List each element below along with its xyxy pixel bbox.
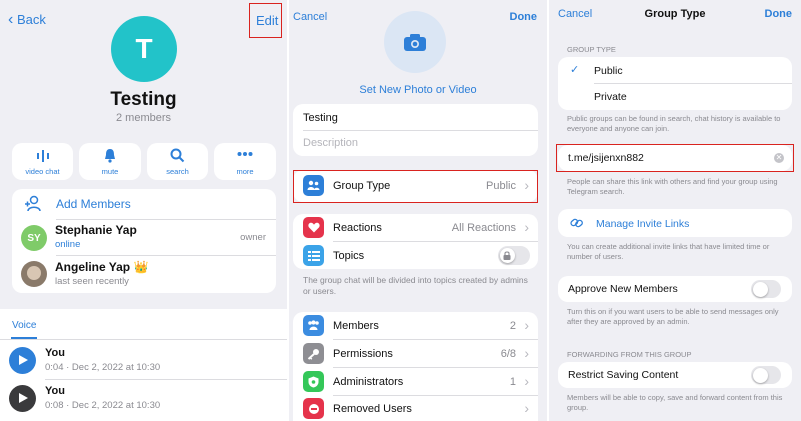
- topics-toggle[interactable]: [498, 246, 530, 265]
- voice-item[interactable]: You 0:08 · Dec 2, 2022 at 10:30: [0, 381, 287, 417]
- done-button[interactable]: Done: [765, 8, 793, 20]
- members-row[interactable]: Members 2 ›: [293, 312, 538, 339]
- administrators-row[interactable]: Administrators 1 ›: [293, 368, 538, 395]
- voice-item[interactable]: You 0:04 · Dec 2, 2022 at 10:30: [0, 342, 287, 378]
- name-description-card: Testing Description: [293, 104, 538, 156]
- avatar: [21, 261, 47, 287]
- approve-toggle[interactable]: [751, 280, 781, 298]
- permissions-value: 6/8: [500, 348, 516, 360]
- restrict-caption: Members will be able to copy, save and f…: [567, 393, 783, 412]
- member-name: Stephanie Yap: [55, 223, 137, 237]
- link-caption: People can share this link with others a…: [567, 177, 778, 196]
- manage-links-caption: You can create additional invite links t…: [567, 242, 770, 261]
- restrict-saving-toggle[interactable]: [751, 366, 781, 384]
- camera-icon: [404, 34, 426, 51]
- add-members-button[interactable]: Add Members: [12, 189, 276, 219]
- set-photo-avatar[interactable]: [384, 11, 446, 73]
- blocked-icon: [303, 398, 324, 419]
- group-info-panel: ‹ Back Edit T Testing 2 members video ch…: [0, 0, 287, 421]
- chevron-right-icon: ›: [524, 317, 529, 333]
- admin-badge-icon: [303, 371, 324, 392]
- voice-meta: 0:08 · Dec 2, 2022 at 10:30: [45, 400, 161, 411]
- members-value: 2: [509, 320, 516, 332]
- administrators-value: 1: [509, 376, 516, 388]
- section-header-group-type: GROUP TYPE: [567, 45, 616, 54]
- shared-media-section: Voice You 0:04 · Dec 2, 2022 at 10:30 Yo…: [0, 309, 287, 421]
- reactions-row[interactable]: Reactions All Reactions ›: [293, 214, 538, 241]
- chevron-right-icon: ›: [524, 345, 529, 361]
- video-chat-button[interactable]: video chat: [12, 143, 73, 180]
- members-icon: [303, 315, 324, 336]
- add-member-icon: [25, 195, 41, 212]
- voice-sender: You: [45, 385, 65, 397]
- heart-icon: [303, 217, 324, 238]
- lock-icon: [503, 251, 511, 260]
- group-title: Testing: [110, 89, 177, 110]
- more-button[interactable]: more: [214, 143, 276, 180]
- cancel-button[interactable]: Cancel: [293, 11, 327, 23]
- members-count: 2 members: [115, 112, 172, 124]
- approve-caption: Turn this on if you want users to be abl…: [567, 307, 779, 326]
- members-card: Add Members SY Stephanie Yap online owne…: [12, 189, 276, 293]
- chevron-left-icon: ‹: [8, 11, 14, 28]
- approve-members-row: Approve New Members: [558, 276, 792, 302]
- set-photo-button[interactable]: Set New Photo or Video: [289, 84, 547, 96]
- link-highlight: [556, 144, 794, 172]
- member-status: online: [55, 239, 81, 250]
- group-type-panel: Cancel Group Type Done GROUP TYPE ✓ Publ…: [549, 0, 801, 421]
- done-button[interactable]: Done: [510, 11, 538, 23]
- member-name: Angeline Yap 👑: [55, 260, 149, 274]
- key-icon: [303, 343, 324, 364]
- link-icon: [570, 218, 583, 228]
- search-icon: [170, 148, 185, 163]
- member-row[interactable]: Angeline Yap 👑 last seen recently: [12, 256, 276, 292]
- topics-caption: The group chat will be divided into topi…: [303, 275, 528, 296]
- restrict-saving-row: Restrict Saving Content: [558, 362, 792, 388]
- avatar: SY: [21, 225, 47, 251]
- chevron-right-icon: ›: [524, 373, 529, 389]
- member-role: owner: [240, 232, 266, 243]
- edit-group-panel: Cancel Done Set New Photo or Video Testi…: [289, 0, 547, 421]
- manage-invite-links-row[interactable]: Manage Invite Links: [558, 209, 792, 237]
- edit-button[interactable]: Edit: [256, 13, 278, 28]
- topics-icon: [303, 245, 324, 266]
- permissions-row[interactable]: Permissions 6/8 ›: [293, 340, 538, 367]
- public-caption: Public groups can be found in search, ch…: [567, 114, 781, 133]
- removed-users-row[interactable]: Removed Users ›: [293, 396, 538, 421]
- bell-icon: [105, 149, 115, 163]
- group-type-options: ✓ Public Private: [558, 57, 792, 110]
- admin-card: Members 2 › Permissions 6/8 › Administra…: [293, 312, 538, 421]
- member-status: last seen recently: [55, 276, 129, 287]
- group-type-highlight: [293, 170, 538, 203]
- chevron-right-icon: ›: [524, 400, 529, 416]
- chevron-right-icon: ›: [524, 219, 529, 235]
- voice-sender: You: [45, 347, 65, 359]
- more-icon: [237, 152, 253, 156]
- mute-button[interactable]: mute: [79, 143, 141, 180]
- checkmark-icon: ✓: [570, 64, 580, 76]
- play-icon[interactable]: [9, 385, 36, 412]
- section-header-forwarding: FORWARDING FROM THIS GROUP: [567, 350, 692, 359]
- back-button[interactable]: ‹ Back: [8, 11, 46, 29]
- play-icon[interactable]: [9, 347, 36, 374]
- option-public[interactable]: ✓ Public: [558, 57, 792, 83]
- video-chat-icon: [37, 150, 49, 162]
- description-input[interactable]: Description: [303, 137, 358, 149]
- group-avatar: T: [111, 16, 177, 82]
- reactions-topics-card: Reactions All Reactions › Topics: [293, 214, 538, 269]
- voice-meta: 0:04 · Dec 2, 2022 at 10:30: [45, 362, 161, 373]
- page-title: Group Type: [644, 8, 706, 20]
- group-name-input[interactable]: Testing: [303, 112, 338, 124]
- topics-row: Topics: [293, 242, 538, 269]
- option-private[interactable]: Private: [558, 84, 792, 110]
- search-button[interactable]: search: [147, 143, 208, 180]
- reactions-value: All Reactions: [451, 222, 516, 234]
- member-row[interactable]: SY Stephanie Yap online owner: [12, 220, 276, 255]
- tab-voice[interactable]: Voice: [12, 320, 36, 331]
